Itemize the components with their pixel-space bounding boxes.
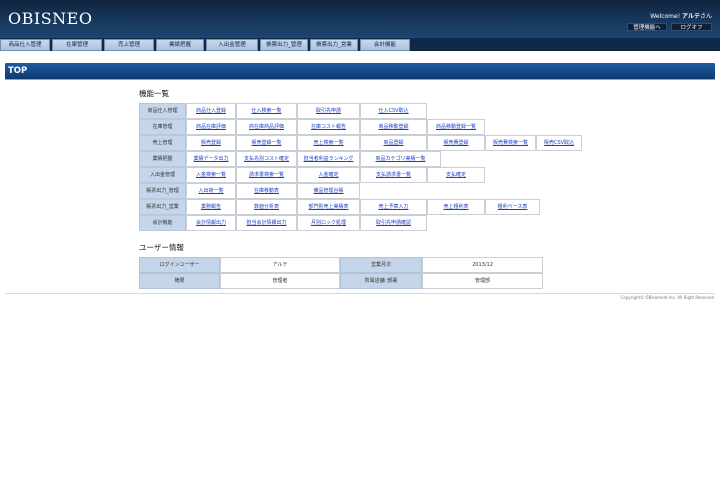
function-link[interactable]: 商品仕入登録 [186,103,236,119]
honorific: さん [699,13,712,20]
function-row-label: 帳票出力_管理 [139,183,186,199]
function-link[interactable]: 取引先申請 [297,103,360,119]
login-user-label: ログインユーザー [139,257,220,273]
function-link[interactable]: 商在庫商品評価 [236,119,297,135]
function-link[interactable]: 商品移動登録一覧 [427,119,485,135]
function-row-label: 入出金管理 [139,167,186,183]
function-link[interactable]: 数値分析表 [236,199,297,215]
section-title: TOP [8,66,28,76]
function-link[interactable]: 販売登録一覧 [236,135,297,151]
function-link[interactable]: 業務報告 [186,199,236,215]
store-label: 所属店舗･部署 [340,273,422,289]
section-divider [5,79,715,80]
function-link[interactable]: 支払確定 [427,167,485,183]
function-link[interactable]: 業績データ出力 [186,151,236,167]
function-link[interactable]: 仕入検索一覧 [236,103,297,119]
app-header: OBISNEO Welcome! アルテさん 管理機能へ ログオフ [0,0,720,38]
function-link[interactable]: 売上予算入力 [360,199,427,215]
function-link[interactable]: 売上検索一覧 [297,135,360,151]
function-list-title: 機能一覧 [139,89,169,98]
nav-tab-report-admin[interactable]: 帳票出力_管理 [260,39,308,51]
business-month-label: 営業月次 [340,257,422,273]
copyright: Copyright© OBIcomnet Inc. All Right Rese… [620,295,714,300]
nav-tab-report-sales[interactable]: 帳票出力_営業 [310,39,358,51]
function-row-label: 会計機能 [139,215,186,231]
main-nav: 商品仕入管理 在庫管理 売上管理 業績把握 入出金管理 帳票出力_管理 帳票出力… [0,38,720,51]
function-link[interactable]: 入金確定 [297,167,360,183]
nav-tab-sales[interactable]: 売上管理 [104,39,154,51]
function-row-label: 商品仕入管理 [139,103,186,119]
nav-tab-purchase[interactable]: 商品仕入管理 [0,39,50,51]
function-link[interactable]: 入出荷一覧 [186,183,236,199]
function-row-label: 在庫管理 [139,119,186,135]
function-link[interactable]: 入金検索一覧 [186,167,236,183]
nav-tab-cashflow[interactable]: 入出金管理 [206,39,258,51]
function-link[interactable]: 担当会計情報出力 [236,215,297,231]
welcome-message: Welcome! アルテさん [650,11,712,20]
section-title-bar: TOP [5,63,715,79]
user-name: アルテ [682,13,700,20]
nav-tab-performance[interactable]: 業績把握 [156,39,204,51]
admin-button[interactable]: 管理機能へ [627,23,667,31]
function-link[interactable]: 支払請求書一覧 [360,167,427,183]
function-link[interactable]: 販売登録 [186,135,236,151]
function-link[interactable]: 部門別売上実績表 [297,199,360,215]
function-link[interactable]: 販売費登録 [427,135,485,151]
function-link[interactable]: 商品移動登録 [360,119,427,135]
logo: OBISNEO [8,9,93,28]
function-link[interactable]: 商品カテゴリ実績一覧 [360,151,441,167]
function-link[interactable]: 備品管理台帳 [297,183,360,199]
function-row-label: 売上管理 [139,135,186,151]
function-link[interactable]: 取引先申請確認 [360,215,427,231]
function-link[interactable]: 支払先別コスト確定 [236,151,297,167]
logout-button[interactable]: ログオフ [671,23,712,31]
authority-label: 権限 [139,273,220,289]
function-link[interactable]: 商品登録 [360,135,427,151]
user-info-title: ユーザー情報 [139,243,184,252]
function-link[interactable]: 会計情報出力 [186,215,236,231]
function-link[interactable]: 売上粗利表 [427,199,485,215]
authority-value: 管理者 [220,273,340,289]
login-user-value: アルテ [220,257,340,273]
function-link[interactable]: 在庫コスト報告 [297,119,360,135]
function-link[interactable]: 在庫移動表 [236,183,297,199]
store-value: 管理部 [422,273,543,289]
nav-tab-inventory[interactable]: 在庫管理 [52,39,102,51]
function-link[interactable]: 月別ロック処理 [297,215,360,231]
function-link[interactable]: 商品在庫評価 [186,119,236,135]
function-link[interactable]: 販売費検索一覧 [485,135,536,151]
footer-divider [5,293,715,294]
nav-tab-accounting[interactable]: 会計機能 [360,39,410,51]
function-link[interactable]: 担当者利益ランキング [297,151,360,167]
function-link[interactable]: 仕入CSV取込 [360,103,427,119]
function-row-label: 帳票出力_営業 [139,199,186,215]
welcome-prefix: Welcome! [650,13,681,20]
business-month-value: 2013/12 [422,257,543,273]
function-link[interactable]: 販売CSV取込 [536,135,582,151]
function-row-label: 業績把握 [139,151,186,167]
function-link[interactable]: 粗利ベース表 [485,199,540,215]
function-link[interactable]: 請求書検索一覧 [236,167,297,183]
